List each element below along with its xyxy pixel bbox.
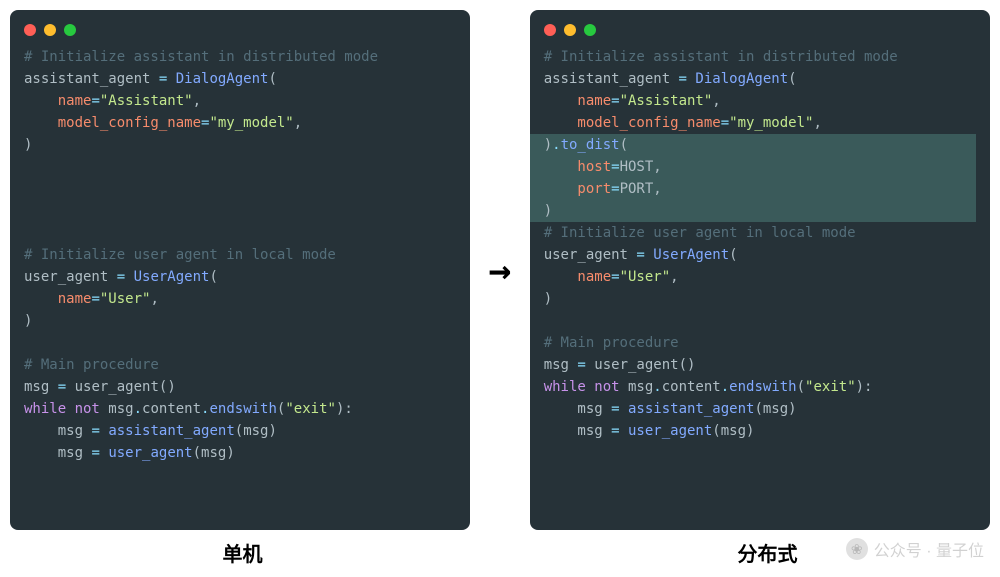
- window-controls: [530, 18, 990, 46]
- code-line: [544, 310, 990, 332]
- minimize-icon: [564, 24, 576, 36]
- code-line: # Main procedure: [24, 354, 470, 376]
- code-block-right: # Initialize assistant in distributed mo…: [530, 46, 990, 442]
- code-line: ): [530, 200, 976, 222]
- label-left: 单机: [10, 538, 475, 567]
- code-line: port=PORT,: [530, 178, 976, 200]
- code-line: user_agent = UserAgent(: [544, 244, 990, 266]
- code-line: msg = assistant_agent(msg): [24, 420, 470, 442]
- code-line: # Initialize user agent in local mode: [544, 222, 990, 244]
- code-line: name="Assistant",: [24, 90, 470, 112]
- code-line: msg = user_agent(msg): [544, 420, 990, 442]
- code-line: while not msg.content.endswith("exit"):: [544, 376, 990, 398]
- code-line: ): [24, 310, 470, 332]
- arrow-right-icon: →: [489, 251, 512, 289]
- code-line: msg = user_agent(): [24, 376, 470, 398]
- zoom-icon: [64, 24, 76, 36]
- panel-labels: 单机 分布式: [0, 538, 1000, 567]
- close-icon: [544, 24, 556, 36]
- code-panel-left: # Initialize assistant in distributed mo…: [10, 10, 470, 530]
- code-line: assistant_agent = DialogAgent(: [24, 68, 470, 90]
- code-line: ): [24, 134, 470, 156]
- code-line: model_config_name="my_model",: [24, 112, 470, 134]
- code-line: model_config_name="my_model",: [544, 112, 990, 134]
- code-line: while not msg.content.endswith("exit"):: [24, 398, 470, 420]
- zoom-icon: [584, 24, 596, 36]
- code-line: [24, 178, 470, 200]
- comparison-container: # Initialize assistant in distributed mo…: [0, 0, 1000, 530]
- arrow-container: →: [470, 10, 529, 530]
- code-line: ).to_dist(: [530, 134, 976, 156]
- code-line: assistant_agent = DialogAgent(: [544, 68, 990, 90]
- code-line: msg = user_agent(msg): [24, 442, 470, 464]
- code-line: [24, 332, 470, 354]
- code-line: name="Assistant",: [544, 90, 990, 112]
- code-panel-right: # Initialize assistant in distributed mo…: [530, 10, 990, 530]
- code-line: host=HOST,: [530, 156, 976, 178]
- code-line: # Initialize assistant in distributed mo…: [544, 46, 990, 68]
- code-line: ): [544, 288, 990, 310]
- code-line: msg = user_agent(): [544, 354, 990, 376]
- code-line: [24, 200, 470, 222]
- code-line: name="User",: [24, 288, 470, 310]
- close-icon: [24, 24, 36, 36]
- code-line: # Initialize assistant in distributed mo…: [24, 46, 470, 68]
- label-right: 分布式: [535, 538, 1000, 567]
- code-line: [24, 156, 470, 178]
- code-line: # Main procedure: [544, 332, 990, 354]
- code-line: # Initialize user agent in local mode: [24, 244, 470, 266]
- minimize-icon: [44, 24, 56, 36]
- code-line: msg = assistant_agent(msg): [544, 398, 990, 420]
- window-controls: [10, 18, 470, 46]
- code-line: [24, 222, 470, 244]
- code-block-left: # Initialize assistant in distributed mo…: [10, 46, 470, 464]
- code-line: user_agent = UserAgent(: [24, 266, 470, 288]
- code-line: name="User",: [544, 266, 990, 288]
